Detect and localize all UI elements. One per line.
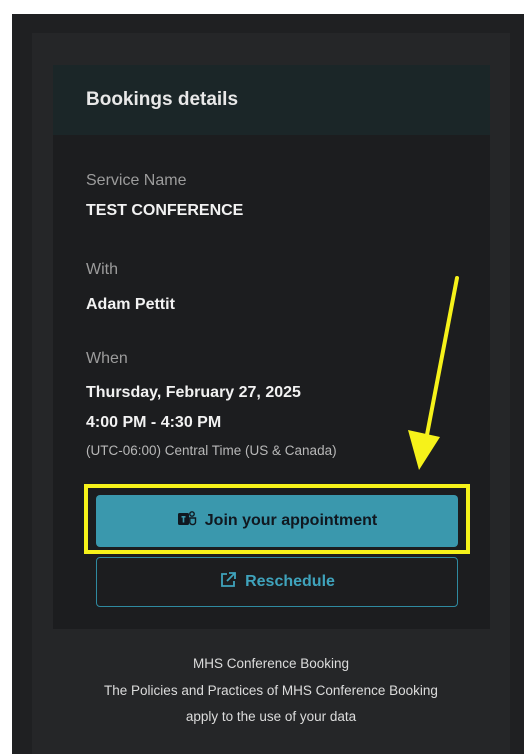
annotation-arrow (408, 276, 459, 470)
